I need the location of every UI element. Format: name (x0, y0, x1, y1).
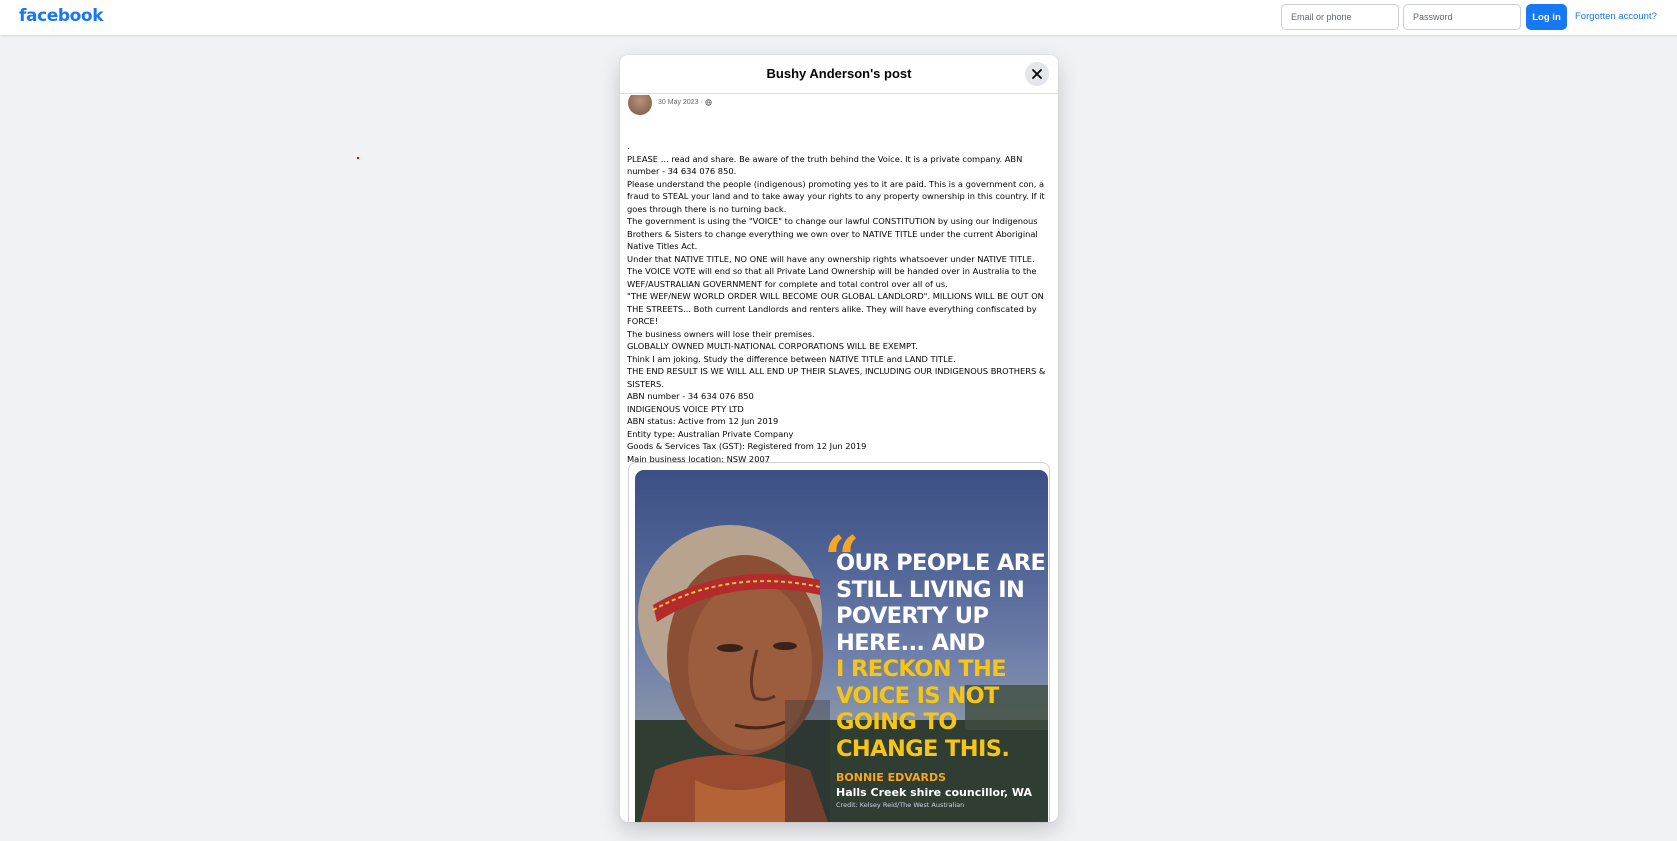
close-icon (1032, 69, 1042, 79)
post-line: ABN status: Active from 12 Jun 2019 (627, 416, 779, 426)
login-button[interactable]: Log in (1526, 4, 1567, 30)
attribution-credit: Credit: Kelsey Reid/The West Australian (836, 801, 965, 809)
post-line: The government is using the "VOICE" to c… (627, 216, 1038, 251)
author-avatar[interactable] (628, 95, 652, 115)
post-line: The VOICE VOTE will end so that all Priv… (627, 266, 1037, 289)
password-input[interactable] (1403, 4, 1521, 30)
post-line: Entity type: Australian Private Company (627, 428, 794, 439)
stray-dot (357, 157, 359, 159)
post-line: Goods & Services Tax (GST): Registered f… (627, 441, 867, 451)
attribution-name: BONNIE EDVARDS (836, 771, 947, 784)
post-line: The business owners will lose their prem… (627, 328, 815, 339)
post-line: THE END RESULT IS WE WILL ALL END UP THE… (627, 366, 1046, 389)
top-navigation-bar: facebook Log in Forgotten account? (0, 0, 1677, 35)
image-quote: OUR PEOPLE ARE STILL LIVING IN POVERTY U… (836, 550, 1046, 762)
quote-yellow: I RECKON THE VOICE IS NOT GOING TO CHANG… (836, 656, 1010, 762)
post-meta: 30 May 2023 · (658, 99, 712, 106)
post-text: . PLEASE ... read and share. Be aware of… (627, 140, 1055, 465)
post-image[interactable]: “ OUR PEOPLE ARE STILL LIVING IN POVERTY… (635, 470, 1048, 822)
post-line: Please understand the people (indigenous… (627, 178, 1045, 214)
email-input[interactable] (1281, 4, 1399, 30)
dialog-title: Bushy Anderson's post (766, 66, 912, 81)
post-image-frame[interactable]: “ OUR PEOPLE ARE STILL LIVING IN POVERTY… (628, 462, 1050, 822)
globe-icon (705, 99, 712, 106)
post-date[interactable]: 30 May 2023 · (658, 99, 703, 106)
forgotten-account-link[interactable]: Forgotten account? (1575, 11, 1657, 22)
post-line: . (627, 141, 630, 151)
post-line: Under that NATIVE TITLE, NO ONE will hav… (627, 253, 1035, 264)
attribution-role: Halls Creek shire councillor, WA (836, 786, 1033, 799)
dialog-body[interactable]: 30 May 2023 · . PLEASE ... read and shar… (620, 95, 1058, 822)
post-line: "THE WEF/NEW WORLD ORDER WILL BECOME OUR… (627, 291, 1044, 326)
post-line: ABN number - 34 634 076 850 (627, 391, 754, 401)
post-line: Think I am joking. Study the difference … (627, 353, 956, 364)
close-button[interactable] (1025, 62, 1049, 86)
post-line: PLEASE ... read and share. Be aware of t… (627, 153, 1023, 177)
post-line: INDIGENOUS VOICE PTY LTD (627, 403, 744, 414)
post-line: GLOBALLY OWNED MULTI-NATIONAL CORPORATIO… (627, 341, 918, 351)
dialog-header: Bushy Anderson's post (620, 55, 1058, 94)
quote-white: OUR PEOPLE ARE STILL LIVING IN POVERTY U… (836, 550, 1046, 656)
facebook-logo[interactable]: facebook (19, 6, 104, 26)
post-dialog: Bushy Anderson's post 30 May 2023 · . PL… (620, 55, 1058, 822)
